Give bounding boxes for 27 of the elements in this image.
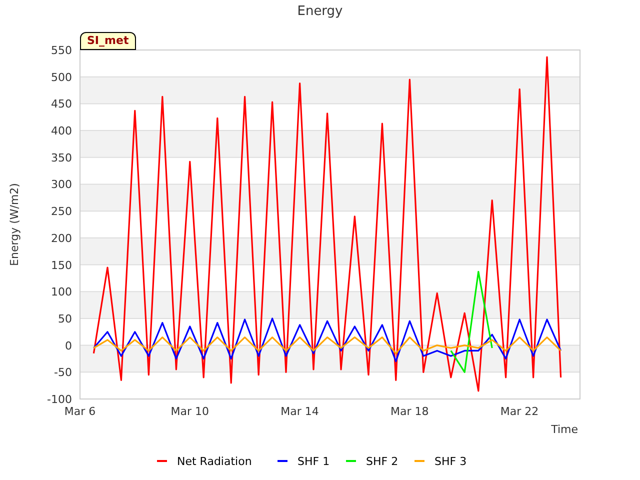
y-tick-label: 400	[51, 124, 72, 138]
x-tick-label: Mar 6	[64, 405, 96, 418]
y-tick-label: 250	[51, 205, 72, 218]
y-tick-label: 150	[51, 258, 72, 272]
y-tick-label: -50	[54, 366, 72, 380]
x-tick-label: Mar 10	[170, 405, 210, 418]
y-tick-label: -100	[47, 393, 72, 406]
legend-label: SHF 3	[434, 455, 467, 468]
y-tick-label: 350	[51, 151, 72, 164]
y-tick-label: 450	[51, 98, 72, 111]
x-axis-label: Time	[551, 423, 578, 436]
chart-title: Energy	[297, 4, 343, 19]
y-tick-label: 0	[65, 339, 72, 352]
station-badge: SI_met	[80, 32, 136, 50]
x-tick-label: Mar 18	[390, 405, 429, 418]
y-tick-label: 50	[58, 312, 72, 326]
y-tick-label: 100	[51, 286, 72, 299]
legend-label: SHF 2	[366, 455, 398, 468]
legend-label: Net Radiation	[177, 455, 252, 468]
x-tick-label: Mar 22	[500, 405, 539, 418]
y-tick-label: 550	[51, 44, 72, 57]
x-tick-label: Mar 14	[280, 405, 319, 418]
y-tick-label: 300	[51, 178, 72, 192]
y-tick-label: 500	[51, 70, 72, 84]
y-axis-label: Energy (W/m2)	[8, 183, 21, 266]
y-tick-label: 200	[51, 232, 72, 245]
legend-label: SHF 1	[298, 455, 330, 468]
